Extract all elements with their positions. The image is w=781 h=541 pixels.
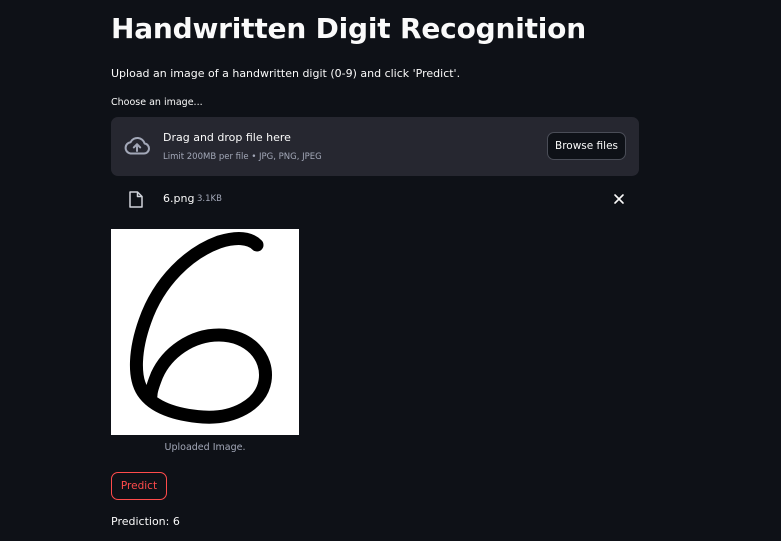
image-caption: Uploaded Image.	[164, 442, 246, 453]
cloud-upload-icon	[124, 137, 150, 155]
page-subtitle: Upload an image of a handwritten digit (…	[111, 67, 461, 80]
file-icon	[129, 191, 143, 208]
uploader-label: Choose an image...	[111, 97, 203, 108]
file-size: 3.1KB	[197, 194, 222, 204]
uploaded-image	[111, 229, 299, 435]
browse-files-button[interactable]: Browse files	[547, 132, 626, 160]
file-name: 6.png	[163, 192, 195, 205]
prediction-result: Prediction: 6	[111, 515, 180, 528]
uploaded-file-row: 6.png 3.1KB	[111, 186, 639, 214]
digit-six-drawing	[129, 232, 272, 424]
close-icon[interactable]	[611, 191, 627, 207]
page-title: Handwritten Digit Recognition	[111, 12, 586, 45]
dropzone-title: Drag and drop file here	[163, 131, 291, 144]
dropzone-hint: Limit 200MB per file • JPG, PNG, JPEG	[163, 152, 322, 162]
file-dropzone[interactable]: Drag and drop file here Limit 200MB per …	[111, 117, 639, 176]
predict-button[interactable]: Predict	[111, 472, 167, 500]
